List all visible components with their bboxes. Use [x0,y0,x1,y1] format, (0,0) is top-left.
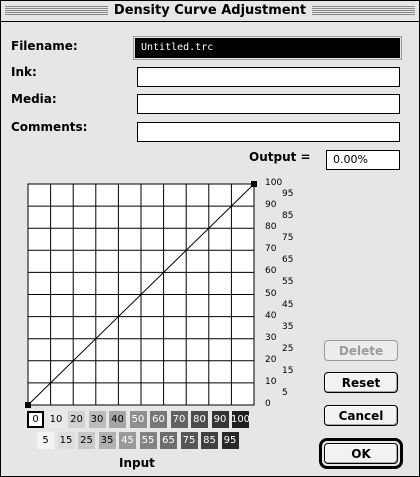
output-scale-label: 95 [282,189,294,199]
input-swatch[interactable]: 90 [211,411,229,428]
title-bar[interactable]: Density Curve Adjustment [1,1,419,22]
input-label: Input [119,456,155,470]
filename-label: Filename: [11,39,78,53]
comments-label: Comments: [11,120,88,134]
output-scale-label: 45 [282,299,294,310]
output-scale-label: 90 [265,200,277,211]
input-swatch[interactable]: 0 [27,411,44,428]
input-swatch[interactable]: 85 [201,432,218,449]
ok-button[interactable]: OK [324,443,398,464]
output-scale-label: 85 [282,211,294,222]
media-field[interactable] [137,94,400,114]
input-swatch[interactable]: 55 [139,432,157,449]
curve-start-point[interactable] [25,402,31,408]
input-swatch[interactable]: 100 [231,411,250,428]
ink-label: Ink: [11,65,37,79]
cancel-button[interactable]: Cancel [324,405,398,426]
output-scale-label: 60 [265,266,277,277]
curve-graph[interactable] [23,179,263,411]
curve-end-point[interactable] [251,181,257,187]
output-scale-label: 65 [282,255,294,266]
input-swatch[interactable]: 10 [47,411,65,428]
output-scale-label: 40 [265,310,277,321]
output-scale-label: 75 [282,233,294,244]
window-title: Density Curve Adjustment [1,3,419,18]
output-scale-label: 20 [265,354,277,365]
comments-field[interactable] [137,122,400,142]
output-scale-label: 55 [282,277,294,288]
output-scale-label: 50 [265,288,277,299]
delete-button[interactable]: Delete [324,340,398,361]
input-swatch[interactable]: 45 [119,432,136,449]
output-scale-label: 80 [265,222,277,233]
output-scale-label: 100 [265,178,283,188]
output-scale-label: 35 [282,321,294,332]
output-field: 0.00% [326,150,400,170]
output-scale-label: 70 [265,244,277,255]
input-swatch[interactable]: 20 [68,411,85,428]
reset-button[interactable]: Reset [324,372,398,393]
output-label: Output = [249,150,311,164]
input-swatch[interactable]: 30 [88,411,106,428]
input-swatch[interactable]: 65 [160,432,177,449]
input-swatch[interactable]: 75 [180,432,198,449]
ink-field[interactable] [137,67,400,87]
output-scale-label: 15 [282,365,294,376]
media-label: Media: [11,92,57,106]
output-scale-label: 5 [282,387,288,398]
input-swatch[interactable]: 5 [37,432,54,449]
dialog-window: Density Curve Adjustment Filename: Untit… [0,0,420,477]
output-scale-label: 25 [282,343,294,354]
output-scale-label: 0 [265,399,271,409]
input-swatch[interactable]: 50 [129,411,147,428]
input-swatch[interactable]: 70 [170,411,188,428]
input-swatch[interactable]: 40 [109,411,126,428]
input-swatch[interactable]: 80 [191,411,208,428]
input-swatch[interactable]: 35 [98,432,116,449]
input-swatch[interactable]: 60 [150,411,167,428]
input-swatch[interactable]: 15 [57,432,75,449]
output-scale-label: 30 [265,332,277,343]
input-swatch[interactable]: 25 [78,432,95,449]
filename-field[interactable]: Untitled.trc [133,36,402,60]
input-swatch[interactable]: 95 [221,432,239,449]
output-scale-label: 10 [265,376,277,387]
